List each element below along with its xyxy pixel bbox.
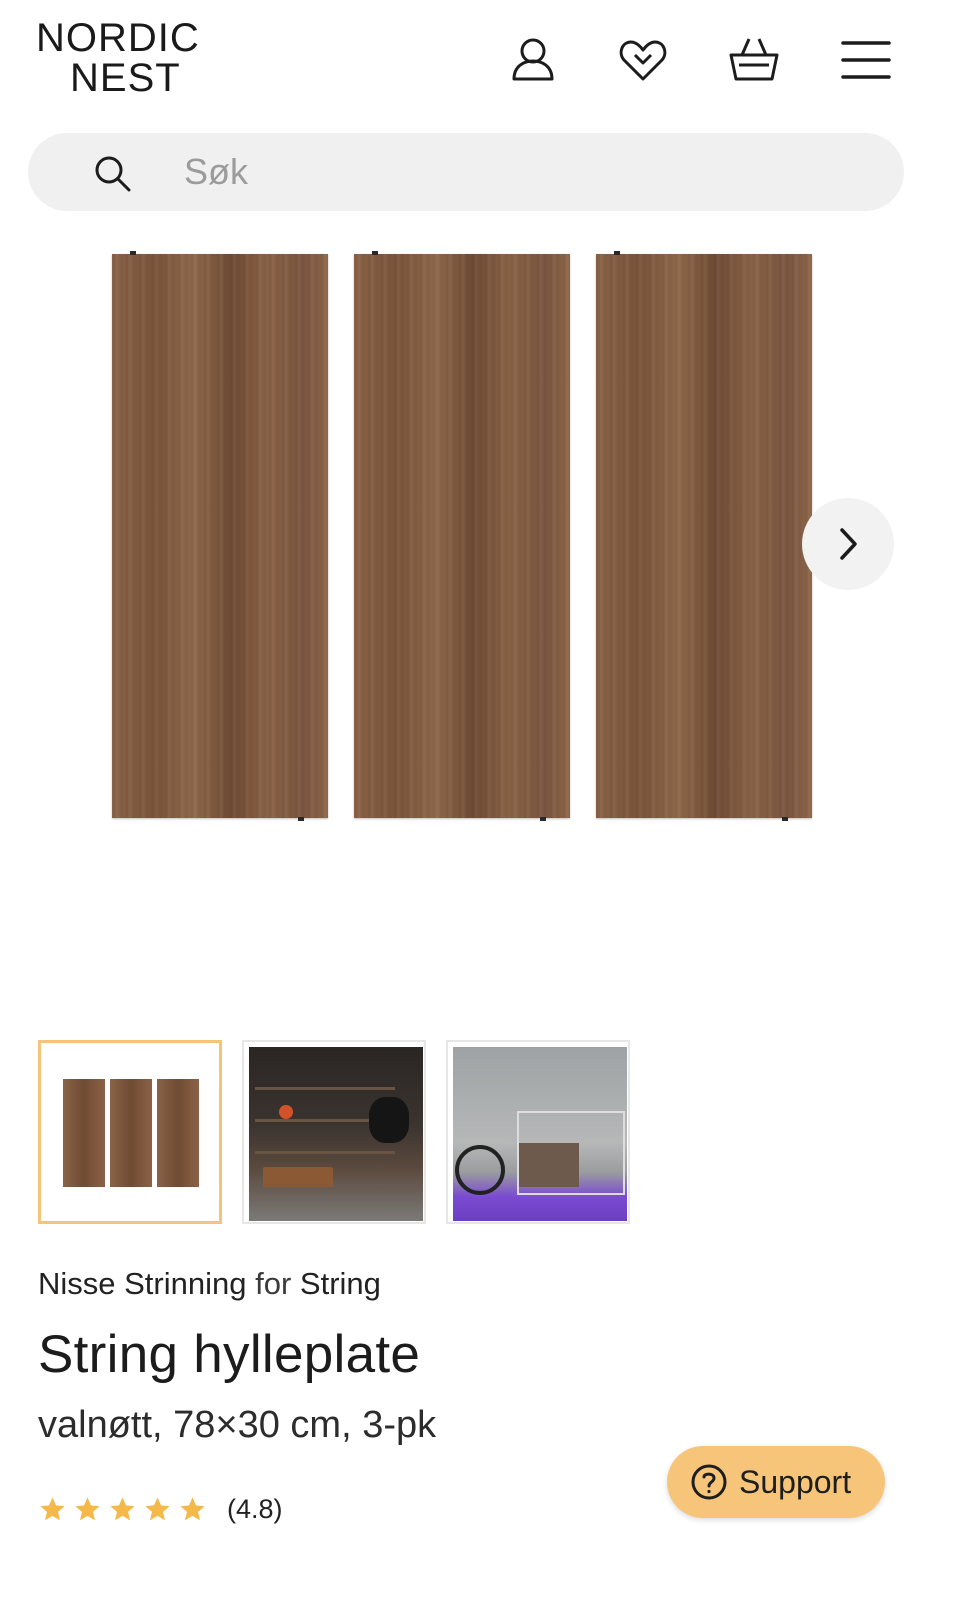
star-icon [75, 1497, 100, 1521]
brand-link[interactable]: String [300, 1266, 381, 1301]
site-header: NORDIC NEST [0, 0, 960, 120]
support-label: Support [739, 1463, 852, 1500]
product-page: NORDIC NEST Søk Nisse Strinning for Stri… [0, 0, 960, 1616]
account-button[interactable] [503, 30, 563, 90]
logo-line1: NORDIC [36, 16, 200, 60]
shelf-board-image [112, 251, 328, 821]
search-bar[interactable] [28, 133, 904, 211]
basket-button[interactable] [724, 30, 784, 90]
user-icon [512, 38, 554, 81]
product-brand-line: Nisse Strinning for String [38, 1266, 381, 1302]
star-icon [145, 1497, 170, 1521]
thumbnail-3[interactable] [446, 1040, 630, 1224]
thumbnail-1[interactable] [38, 1040, 222, 1224]
logo-line2: NEST [70, 56, 181, 100]
designer-link[interactable]: Nisse Strinning [38, 1266, 246, 1301]
rating-score: (4.8) [227, 1494, 283, 1524]
basket-icon [729, 38, 779, 81]
menu-icon [841, 41, 891, 79]
product-title: String hylleplate [38, 1325, 421, 1384]
chevron-right-icon [840, 528, 857, 560]
thumbnail-2[interactable] [242, 1040, 426, 1224]
search-icon [95, 156, 131, 192]
shelf-board-image [596, 251, 812, 821]
menu-button[interactable] [836, 30, 896, 90]
product-rating[interactable]: (4.8) [38, 1494, 283, 1525]
product-image-gallery[interactable] [0, 230, 960, 1020]
star-icon [40, 1497, 65, 1521]
rating-stars [38, 1495, 207, 1524]
wishlist-button[interactable] [613, 30, 673, 90]
star-icon [110, 1497, 135, 1521]
thumbnail-image [63, 1079, 199, 1187]
support-button[interactable]: Support [667, 1446, 885, 1518]
shelf-board-image [354, 251, 570, 821]
thumbnail-image [249, 1047, 423, 1221]
search-input[interactable] [184, 147, 864, 197]
star-icon [180, 1497, 205, 1521]
heart-icon [619, 40, 667, 81]
gallery-next-button[interactable] [802, 498, 894, 590]
thumbnail-image [453, 1047, 627, 1221]
question-circle-icon [691, 1464, 727, 1500]
product-variant: valnøtt, 78×30 cm, 3-pk [38, 1404, 437, 1446]
for-text: for [255, 1266, 292, 1301]
logo[interactable]: NORDIC NEST [36, 18, 200, 98]
